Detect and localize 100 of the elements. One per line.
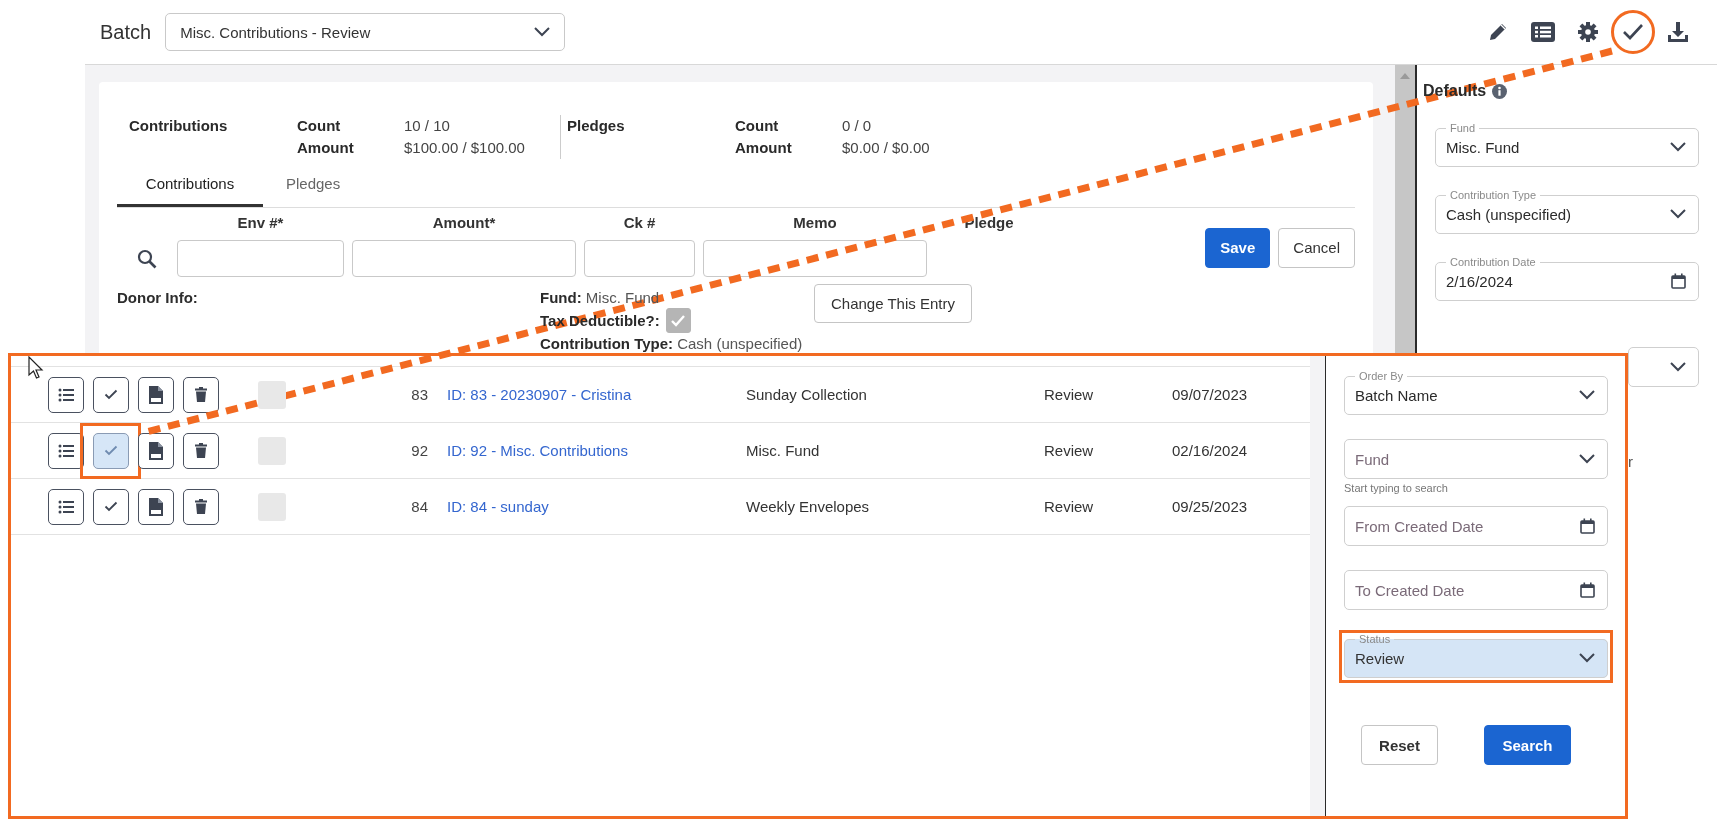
pdf-button[interactable]: [138, 432, 174, 469]
approve-button[interactable]: [93, 376, 129, 413]
chevron-icon: [1579, 653, 1595, 663]
count-value: 10 / 10: [404, 116, 451, 136]
tax-checkbox[interactable]: [665, 308, 691, 333]
search-icon[interactable]: [137, 248, 157, 269]
check-icon: [670, 314, 687, 327]
info-icon[interactable]: [1492, 83, 1508, 99]
trash-icon: [195, 443, 207, 458]
count-value: 0 / 0: [842, 116, 873, 136]
reset-button[interactable]: Reset: [1361, 725, 1438, 765]
download-icon: [1667, 21, 1689, 43]
dropdown-field[interactable]: Contribution Type Cash (unspecified): [1435, 189, 1699, 234]
date-field[interactable]: Contribution Date 2/16/2024: [1435, 256, 1699, 301]
amount-value: $0.00 / $0.00: [842, 138, 930, 158]
batch-link[interactable]: ID: 92 - Misc. Contributions: [447, 442, 746, 459]
approve-button[interactable]: [93, 488, 129, 525]
partial-text: r: [1628, 453, 1634, 470]
chevron-icon: [1670, 209, 1686, 219]
check-icon: [104, 501, 118, 512]
details-button[interactable]: [48, 488, 84, 525]
summary-label: Contributions: [129, 116, 229, 136]
entry-input[interactable]: [177, 240, 344, 277]
list-icon: [58, 499, 74, 514]
settings-icon: [1577, 21, 1599, 43]
file-icon: [149, 385, 163, 404]
pencil-icon: [1487, 21, 1509, 43]
cancel-button[interactable]: Cancel: [1278, 227, 1355, 268]
contribution-type-info: Contribution Type: Cash (unspecified): [540, 335, 804, 353]
chevron-icon: [1579, 454, 1595, 464]
fund-info: Fund: Misc. Fund: [540, 289, 661, 306]
check-icon: [1622, 23, 1644, 41]
status-cell-text: Review: [1044, 442, 1095, 459]
trash-icon: [195, 387, 207, 402]
toolbar-button[interactable]: [1611, 10, 1655, 54]
column-label: Memo: [792, 214, 838, 232]
summary-label: Pledges: [567, 116, 626, 136]
list-icon: [1531, 22, 1555, 42]
dropdown-field[interactable]: Fund: [1344, 439, 1608, 479]
dropdown-field[interactable]: Status Review: [1344, 633, 1608, 678]
trash-icon: [195, 499, 207, 514]
batch-link[interactable]: ID: 83 - 20230907 - Cristina: [447, 386, 746, 403]
fund-cell-text: Weekly Envelopes: [746, 498, 871, 515]
tax-deductible-label: Tax Deductible?:: [540, 312, 660, 329]
date-cell: 09/07/2023: [1172, 386, 1248, 403]
check-icon: [104, 389, 118, 400]
file-icon: [149, 441, 163, 460]
cursor-icon: [28, 356, 44, 380]
status-cell-text: Review: [1044, 386, 1095, 403]
batch-link[interactable]: ID: 84 - sunday: [447, 498, 746, 515]
details-button[interactable]: [48, 376, 84, 413]
batch-number: 92: [410, 442, 428, 459]
entry-input[interactable]: [584, 240, 695, 277]
scrollbar[interactable]: [1310, 356, 1326, 816]
date-cell: 09/25/2023: [1172, 498, 1248, 515]
fund-cell-text: Sunday Collection: [746, 386, 868, 403]
batch-select[interactable]: Misc. Contributions - Review: [165, 13, 566, 51]
chevron-icon: [534, 27, 551, 37]
save-button[interactable]: Save: [1205, 227, 1271, 268]
check-icon: [104, 445, 118, 456]
calendar-icon: [1580, 582, 1595, 598]
count-label: Count: [735, 116, 780, 136]
amount-value: $100.00 / $100.00: [404, 138, 526, 158]
list-icon: [58, 387, 74, 402]
pdf-button[interactable]: [138, 376, 174, 413]
dropdown-field[interactable]: Fund Misc. Fund: [1435, 122, 1699, 167]
entry-input[interactable]: [703, 240, 927, 277]
row-checkbox[interactable]: [258, 380, 286, 409]
delete-button[interactable]: [183, 488, 219, 525]
delete-button[interactable]: [183, 376, 219, 413]
batch-number: 84: [410, 498, 428, 515]
calendar-icon: [1671, 273, 1686, 289]
count-label: Count: [297, 116, 342, 136]
file-icon: [149, 497, 163, 516]
scrollbar[interactable]: [1395, 65, 1415, 353]
chevron-icon: [1670, 142, 1686, 152]
batch-number: 83: [410, 386, 428, 403]
donor-info-label: Donor Info:: [117, 289, 199, 306]
calendar-icon: [1580, 518, 1595, 534]
change-entry-button[interactable]: Change This Entry: [814, 284, 972, 323]
date-field[interactable]: To Created Date: [1344, 570, 1608, 610]
pdf-button[interactable]: [138, 488, 174, 525]
list-icon: [58, 443, 74, 458]
chevron-icon: [1670, 362, 1686, 372]
entry-input[interactable]: [352, 240, 576, 277]
delete-button[interactable]: [183, 432, 219, 469]
chevron-icon: [1579, 390, 1595, 400]
tab[interactable]: Pledges: [263, 163, 364, 207]
status-cell-text: Review: [1044, 498, 1095, 515]
field-hint: Start typing to search: [1344, 482, 1449, 494]
search-button[interactable]: Search: [1484, 725, 1571, 765]
column-label: Env #*: [236, 214, 285, 232]
date-cell: 02/16/2024: [1172, 442, 1248, 459]
amount-label: Amount: [297, 138, 355, 158]
date-field[interactable]: From Created Date: [1344, 506, 1608, 546]
tab[interactable]: Contributions: [117, 163, 263, 207]
column-label: Ck #: [622, 214, 657, 232]
column-label: Amount*: [431, 214, 497, 232]
dropdown-field[interactable]: Order By Batch Name: [1344, 370, 1608, 415]
page-title: Batch: [100, 20, 152, 44]
